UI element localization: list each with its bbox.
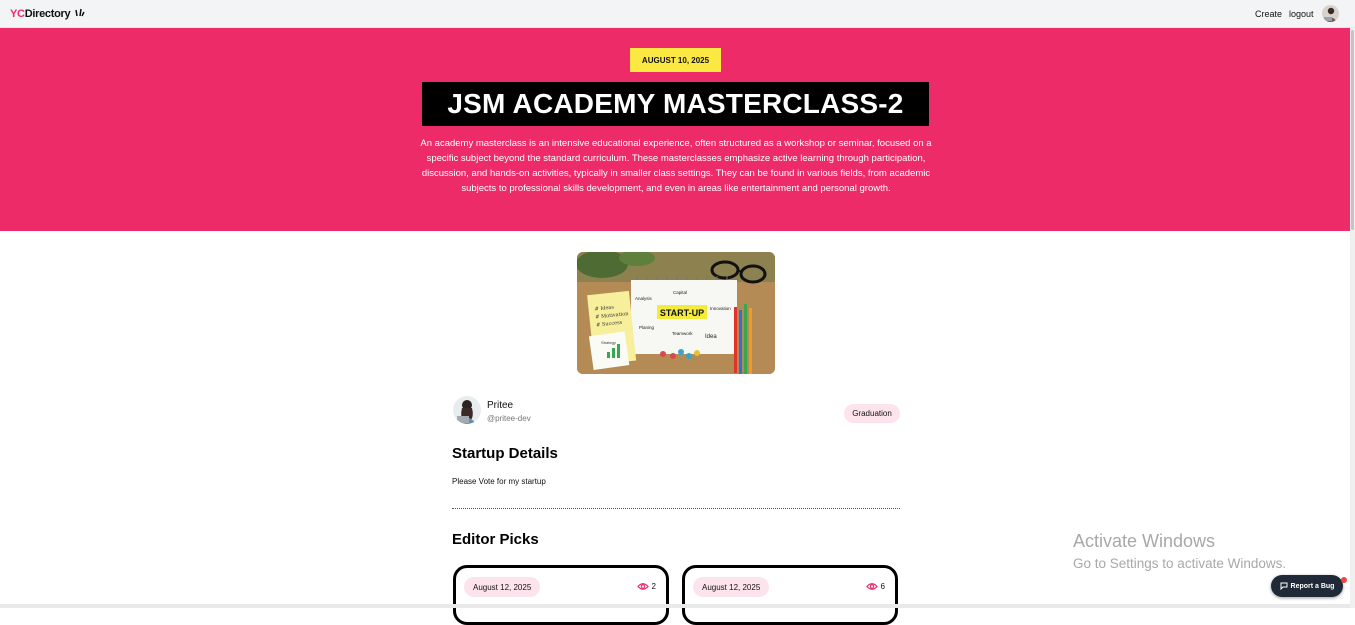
category-badge[interactable]: Graduation [844,404,900,423]
card-views: 6 [865,582,885,591]
logo-mark-icon [75,8,85,17]
card-date: August 12, 2025 [464,577,541,597]
notification-dot [1341,577,1347,583]
report-bug-label: Report a Bug [1290,582,1335,590]
pitch-text: Please Vote for my startup [452,477,546,486]
create-link[interactable]: Create [1255,9,1282,19]
author-handle[interactable]: @pritee-dev [487,414,531,423]
startup-image: START-UP Analysis Capital Planing Teamwo… [577,252,775,374]
logo-directory: Directory [24,8,71,20]
card-views: 2 [636,582,656,591]
horizontal-scrollbar[interactable] [0,604,1350,608]
editor-picks-heading: Editor Picks [452,531,539,548]
activate-windows-title: Activate Windows [1073,531,1216,551]
logo[interactable]: YCDirectory [10,8,85,20]
card-views-count: 6 [880,582,885,591]
author-avatar[interactable] [453,396,481,424]
eye-icon [636,583,649,590]
avatar-illustration-icon [1324,7,1337,22]
hero-section: AUGUST 10, 2025 JSM ACADEMY MASTERCLASS-… [0,28,1350,231]
svg-text:Idea: Idea [705,334,717,340]
svg-text:Innovation: Innovation [710,306,731,311]
startup-details-heading: Startup Details [452,445,558,462]
svg-text:Capital: Capital [673,290,687,295]
report-bug-button[interactable]: Report a Bug [1271,575,1343,597]
scrollbar-thumb[interactable] [1351,30,1354,230]
editor-pick-card[interactable]: August 12, 2025 2 [453,565,669,625]
card-date: August 12, 2025 [693,577,770,597]
eye-icon [865,583,878,590]
svg-text:Analysis: Analysis [635,296,653,301]
logo-yc: YC [10,8,25,20]
card-views-count: 2 [651,582,656,591]
user-avatar[interactable] [1322,5,1339,22]
section-divider [452,508,900,509]
logout-link[interactable]: logout [1289,9,1314,19]
author-name[interactable]: Pritee [487,400,513,411]
chat-bubble-icon [1280,582,1288,590]
svg-text:Teamwork: Teamwork [672,331,693,336]
svg-text:Strategy: Strategy [601,340,616,345]
editor-pick-card[interactable]: August 12, 2025 6 [682,565,898,625]
image-center-label: START-UP [660,308,704,318]
author-avatar-illustration-icon [457,400,476,424]
startup-description: An academy masterclass is an intensive e… [420,138,932,194]
activate-windows-subtitle: Go to Settings to activate Windows. [1073,556,1287,571]
startup-title: JSM ACADEMY MASTERCLASS-2 [422,82,929,126]
navbar: YCDirectory Create logout [0,0,1355,28]
hero-date-tag: AUGUST 10, 2025 [630,48,721,72]
startup-image-illustration: START-UP Analysis Capital Planing Teamwo… [577,252,775,374]
svg-text:Planing: Planing [639,325,655,330]
